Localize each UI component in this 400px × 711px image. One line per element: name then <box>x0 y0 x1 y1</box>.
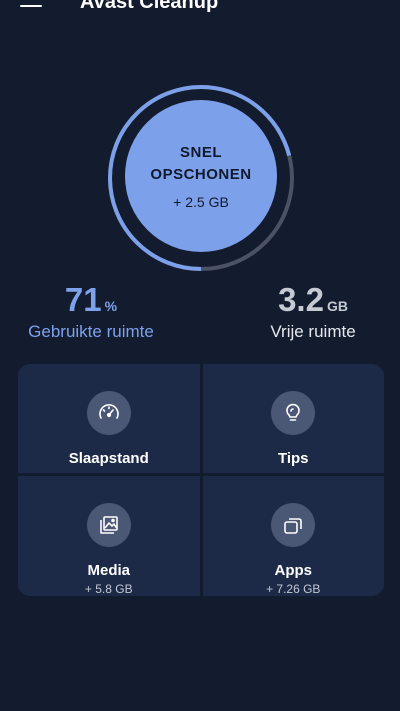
free-space-unit: GB <box>326 298 348 314</box>
free-space-label: Vrije ruimte <box>270 322 356 341</box>
lightbulb-icon <box>271 391 316 435</box>
used-space-stat: 71% Gebruikte ruimte <box>6 280 176 342</box>
quick-clean-size: + 2.5 GB <box>173 194 229 210</box>
tile-size: + 7.26 GB <box>266 582 321 596</box>
free-space-value: 3.2 <box>278 281 324 318</box>
quick-clean-button[interactable]: SNEL OPSCHONEN + 2.5 GB <box>125 100 277 252</box>
tile-label: Slaapstand <box>68 450 149 467</box>
tile-apps[interactable]: Apps + 7.26 GB <box>202 476 384 596</box>
top-app-bar: Avast Cleanup <box>0 0 400 20</box>
hamburger-menu-icon[interactable] <box>20 0 42 10</box>
tile-slaapstand[interactable]: Slaapstand <box>18 364 200 473</box>
quick-clean-label: SNEL OPSCHONEN <box>150 144 252 183</box>
app-title: Avast Cleanup <box>80 0 219 13</box>
tile-label: Tips <box>277 450 309 467</box>
tile-media[interactable]: Media + 5.8 GB <box>18 476 200 596</box>
tile-label: Apps <box>274 562 313 579</box>
free-space-stat: 3.2 GB Vrije ruimte <box>228 280 398 342</box>
tile-tips[interactable]: Tips <box>202 364 384 473</box>
images-icon <box>86 503 131 547</box>
used-space-label: Gebruikte ruimte <box>28 322 154 341</box>
used-space-unit: % <box>104 298 118 314</box>
apps-stack-icon <box>271 503 316 547</box>
tile-size: + 5.8 GB <box>84 582 133 596</box>
used-space-value: 71 <box>64 281 102 318</box>
feature-grid: Slaapstand Tips Media + 5.8 GB Apps + 7.… <box>18 364 384 596</box>
tile-label: Media <box>87 562 130 579</box>
speedometer-icon <box>86 391 131 435</box>
